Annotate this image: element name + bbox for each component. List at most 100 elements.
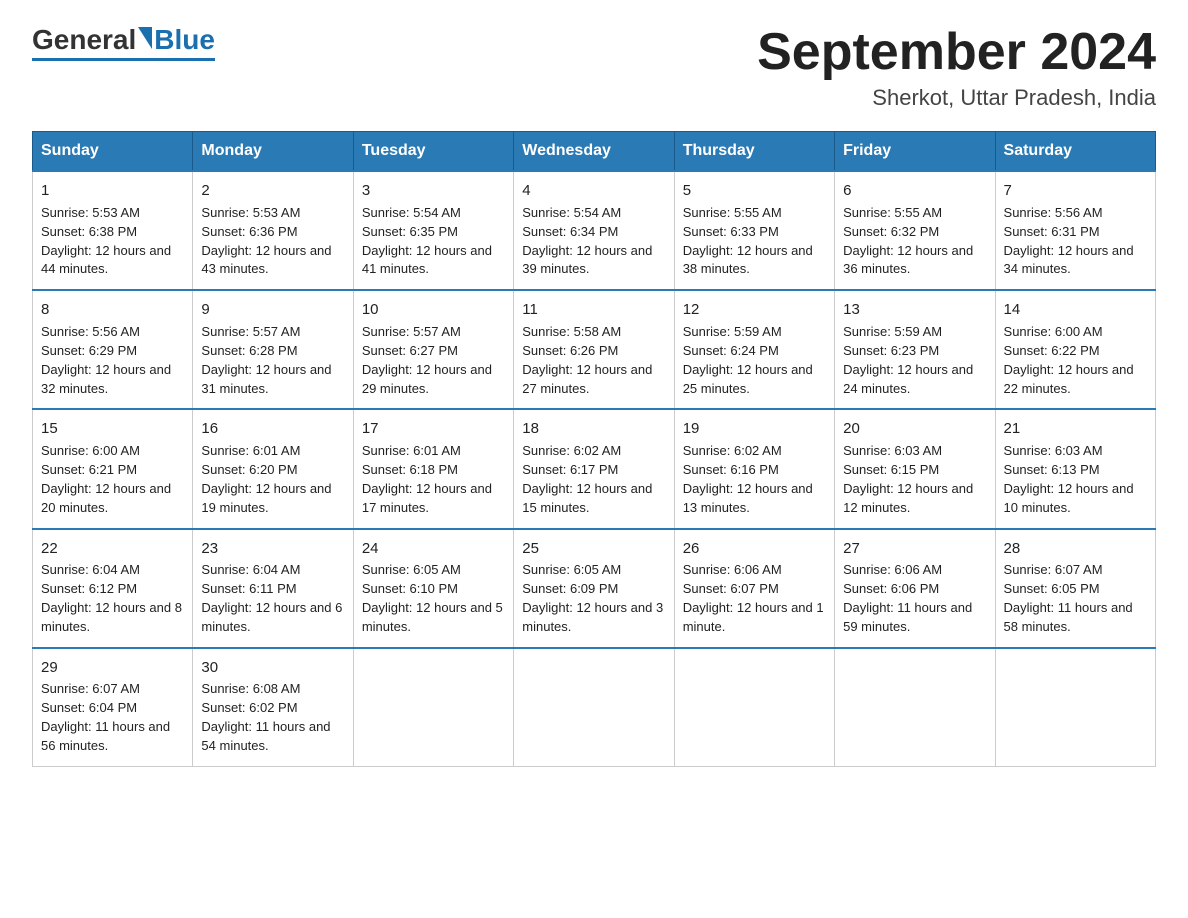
day-cell-7: 7Sunrise: 5:56 AMSunset: 6:31 PMDaylight… [995,171,1155,290]
day-cell-14: 14 Sunrise: 6:00 AMSunset: 6:22 PMDayligh… [995,290,1155,409]
day-info: Sunrise: 5:55 AMSunset: 6:33 PMDaylight:… [683,205,813,277]
day-number: 26 [683,538,826,560]
day-info: Sunrise: 5:58 AMSunset: 6:26 PMDaylight:… [522,324,652,396]
header-sunday: Sunday [33,132,193,172]
day-info: Sunrise: 6:03 AMSunset: 6:13 PMDaylight:… [1004,443,1134,515]
day-number: 19 [683,418,826,440]
day-number: 8 [41,299,184,321]
day-number: 25 [522,538,665,560]
day-number: 29 [41,657,184,679]
day-info: Sunrise: 6:00 AMSunset: 6:22 PMDaylight:… [1004,324,1134,396]
day-info: Sunrise: 6:02 AMSunset: 6:17 PMDaylight:… [522,443,652,515]
day-number: 16 [201,418,344,440]
day-info: Sunrise: 6:02 AMSunset: 6:16 PMDaylight:… [683,443,813,515]
day-cell-2: 2 Sunrise: 5:53 AMSunset: 6:36 PMDaylight… [193,171,353,290]
day-number: 9 [201,299,344,321]
empty-cell [835,648,995,767]
day-cell-25: 25Sunrise: 6:05 AMSunset: 6:09 PMDayligh… [514,529,674,648]
empty-cell [674,648,834,767]
day-number: 2 [201,180,344,202]
day-cell-20: 20 Sunrise: 6:03 AMSunset: 6:15 PMDayligh… [835,409,995,528]
day-info: Sunrise: 5:54 AMSunset: 6:35 PMDaylight:… [362,205,492,277]
day-info: Sunrise: 6:06 AMSunset: 6:07 PMDaylight:… [683,562,824,634]
day-number: 4 [522,180,665,202]
day-cell-29: 29Sunrise: 6:07 AMSunset: 6:04 PMDayligh… [33,648,193,767]
day-cell-15: 15 Sunrise: 6:00 AMSunset: 6:21 PMDayligh… [33,409,193,528]
header-friday: Friday [835,132,995,172]
day-info: Sunrise: 6:01 AMSunset: 6:20 PMDaylight:… [201,443,331,515]
day-cell-12: 12 Sunrise: 5:59 AMSunset: 6:24 PMDayligh… [674,290,834,409]
page-header: General Blue September 2024 Sherkot, Utt… [32,24,1156,111]
day-number: 7 [1004,180,1147,202]
day-number: 20 [843,418,986,440]
day-number: 17 [362,418,505,440]
day-cell-28: 28Sunrise: 6:07 AMSunset: 6:05 PMDayligh… [995,529,1155,648]
day-cell-17: 17 Sunrise: 6:01 AMSunset: 6:18 PMDayligh… [353,409,513,528]
header-monday: Monday [193,132,353,172]
day-number: 6 [843,180,986,202]
day-cell-6: 6Sunrise: 5:55 AMSunset: 6:32 PMDaylight… [835,171,995,290]
header-saturday: Saturday [995,132,1155,172]
title-block: September 2024 Sherkot, Uttar Pradesh, I… [757,24,1156,111]
day-number: 24 [362,538,505,560]
week-row-3: 15 Sunrise: 6:00 AMSunset: 6:21 PMDayligh… [33,409,1156,528]
day-info: Sunrise: 6:04 AMSunset: 6:12 PMDaylight:… [41,562,182,634]
day-cell-19: 19 Sunrise: 6:02 AMSunset: 6:16 PMDayligh… [674,409,834,528]
day-cell-24: 24Sunrise: 6:05 AMSunset: 6:10 PMDayligh… [353,529,513,648]
header-tuesday: Tuesday [353,132,513,172]
day-number: 21 [1004,418,1147,440]
header-thursday: Thursday [674,132,834,172]
day-number: 10 [362,299,505,321]
day-cell-30: 30Sunrise: 6:08 AMSunset: 6:02 PMDayligh… [193,648,353,767]
day-number: 14 [1004,299,1147,321]
day-cell-8: 8 Sunrise: 5:56 AMSunset: 6:29 PMDaylight… [33,290,193,409]
day-number: 15 [41,418,184,440]
week-row-4: 22Sunrise: 6:04 AMSunset: 6:12 PMDayligh… [33,529,1156,648]
day-number: 18 [522,418,665,440]
day-info: Sunrise: 5:59 AMSunset: 6:23 PMDaylight:… [843,324,973,396]
day-number: 27 [843,538,986,560]
day-cell-1: 1Sunrise: 5:53 AMSunset: 6:38 PMDaylight… [33,171,193,290]
day-info: Sunrise: 5:57 AMSunset: 6:28 PMDaylight:… [201,324,331,396]
day-info: Sunrise: 5:57 AMSunset: 6:27 PMDaylight:… [362,324,492,396]
logo-blue-text: Blue [154,24,215,56]
day-info: Sunrise: 6:06 AMSunset: 6:06 PMDaylight:… [843,562,972,634]
day-cell-10: 10 Sunrise: 5:57 AMSunset: 6:27 PMDayligh… [353,290,513,409]
day-number: 23 [201,538,344,560]
day-info: Sunrise: 6:03 AMSunset: 6:15 PMDaylight:… [843,443,973,515]
week-row-5: 29Sunrise: 6:07 AMSunset: 6:04 PMDayligh… [33,648,1156,767]
day-cell-16: 16 Sunrise: 6:01 AMSunset: 6:20 PMDayligh… [193,409,353,528]
day-info: Sunrise: 6:05 AMSunset: 6:09 PMDaylight:… [522,562,663,634]
day-number: 22 [41,538,184,560]
logo-general-text: General [32,24,136,56]
calendar-header-row: SundayMondayTuesdayWednesdayThursdayFrid… [33,132,1156,172]
day-number: 28 [1004,538,1147,560]
day-number: 13 [843,299,986,321]
week-row-2: 8 Sunrise: 5:56 AMSunset: 6:29 PMDaylight… [33,290,1156,409]
day-cell-27: 27Sunrise: 6:06 AMSunset: 6:06 PMDayligh… [835,529,995,648]
day-number: 11 [522,299,665,321]
calendar-table: SundayMondayTuesdayWednesdayThursdayFrid… [32,131,1156,767]
day-info: Sunrise: 5:53 AMSunset: 6:36 PMDaylight:… [201,205,331,277]
calendar-subtitle: Sherkot, Uttar Pradesh, India [757,85,1156,111]
day-info: Sunrise: 5:59 AMSunset: 6:24 PMDaylight:… [683,324,813,396]
day-cell-11: 11 Sunrise: 5:58 AMSunset: 6:26 PMDayligh… [514,290,674,409]
day-number: 5 [683,180,826,202]
day-info: Sunrise: 6:01 AMSunset: 6:18 PMDaylight:… [362,443,492,515]
day-number: 1 [41,180,184,202]
day-info: Sunrise: 6:04 AMSunset: 6:11 PMDaylight:… [201,562,342,634]
day-info: Sunrise: 6:08 AMSunset: 6:02 PMDaylight:… [201,681,330,753]
empty-cell [995,648,1155,767]
logo: General Blue [32,24,215,61]
day-number: 12 [683,299,826,321]
day-info: Sunrise: 6:00 AMSunset: 6:21 PMDaylight:… [41,443,171,515]
logo-underline [32,58,215,61]
logo-triangle-icon [138,27,152,49]
day-info: Sunrise: 5:56 AMSunset: 6:29 PMDaylight:… [41,324,171,396]
day-cell-5: 5 Sunrise: 5:55 AMSunset: 6:33 PMDaylight… [674,171,834,290]
day-number: 3 [362,180,505,202]
day-cell-13: 13 Sunrise: 5:59 AMSunset: 6:23 PMDayligh… [835,290,995,409]
day-cell-3: 3 Sunrise: 5:54 AMSunset: 6:35 PMDaylight… [353,171,513,290]
day-cell-26: 26Sunrise: 6:06 AMSunset: 6:07 PMDayligh… [674,529,834,648]
day-cell-22: 22Sunrise: 6:04 AMSunset: 6:12 PMDayligh… [33,529,193,648]
